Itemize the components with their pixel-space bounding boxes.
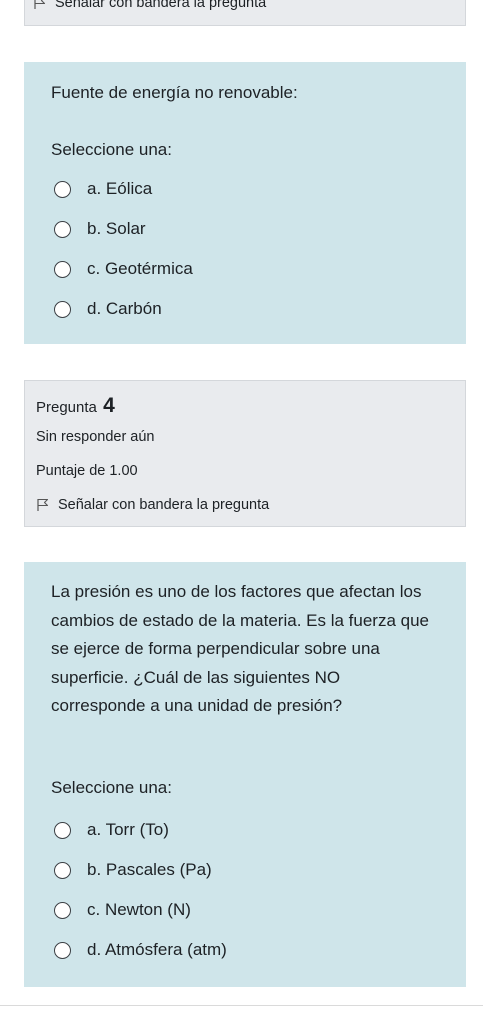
question-info: Pregunta 4 Sin responder aún Puntaje de … xyxy=(24,380,466,527)
answer-label: a. Torr (To) xyxy=(87,820,169,839)
flag-question-link-previous[interactable]: Señalar con bandera la pregunta xyxy=(33,0,266,11)
flag-icon xyxy=(34,0,46,9)
radio-button[interactable] xyxy=(54,260,71,278)
answer-option-c[interactable]: c. Newton (N) xyxy=(54,890,227,930)
question-text: La presión es uno de los factores que af… xyxy=(51,582,429,715)
radio-button[interactable] xyxy=(54,300,71,318)
answer-prompt: Seleccione una: xyxy=(51,778,172,797)
question-status: Sin responder aún xyxy=(36,429,155,445)
answer-list: a. Torr (To) b. Pascales (Pa) c. Newton … xyxy=(54,810,227,970)
answer-label: a. Eólica xyxy=(87,179,153,198)
answer-label: d. Atmósfera (atm) xyxy=(87,940,227,959)
answer-list: a. Eólica b. Solar c. Geotérmica d. Carb… xyxy=(54,169,193,329)
answer-label: c. Newton (N) xyxy=(87,900,191,919)
answer-option-c[interactable]: c. Geotérmica xyxy=(54,249,193,289)
quiz-page: Señalar con bandera la pregunta Fuente d… xyxy=(0,0,483,1010)
flag-question-label: Señalar con bandera la pregunta xyxy=(58,497,270,513)
answer-label: d. Carbón xyxy=(87,299,162,318)
question-content: Fuente de energía no renovable: Seleccio… xyxy=(24,62,466,344)
radio-button[interactable] xyxy=(54,220,71,238)
question-title: Pregunta 4 xyxy=(36,394,115,418)
flag-question-link[interactable]: Señalar con bandera la pregunta xyxy=(36,497,269,513)
answer-label: c. Geotérmica xyxy=(87,259,193,278)
radio-button[interactable] xyxy=(54,821,71,839)
question-number: 4 xyxy=(103,394,115,417)
answer-option-d[interactable]: d. Carbón xyxy=(54,289,193,329)
answer-label: b. Pascales (Pa) xyxy=(87,860,212,879)
answer-option-a[interactable]: a. Eólica xyxy=(54,169,193,209)
question-title-label: Pregunta xyxy=(36,399,97,416)
question-grade: Puntaje de 1.00 xyxy=(36,463,138,479)
flag-icon xyxy=(37,498,49,511)
flag-question-label: Señalar con bandera la pregunta xyxy=(55,0,267,11)
question-text: Fuente de energía no renovable: xyxy=(51,83,298,102)
question-content: La presión es uno de los factores que af… xyxy=(24,562,466,987)
answer-prompt: Seleccione una: xyxy=(51,140,172,159)
radio-button[interactable] xyxy=(54,180,71,198)
radio-button[interactable] xyxy=(54,901,71,919)
radio-button[interactable] xyxy=(54,861,71,879)
answer-option-b[interactable]: b. Solar xyxy=(54,209,193,249)
question-info-previous: Señalar con bandera la pregunta xyxy=(24,0,466,26)
answer-option-a[interactable]: a. Torr (To) xyxy=(54,810,227,850)
divider xyxy=(0,1005,483,1006)
answer-option-d[interactable]: d. Atmósfera (atm) xyxy=(54,930,227,970)
answer-option-b[interactable]: b. Pascales (Pa) xyxy=(54,850,227,890)
radio-button[interactable] xyxy=(54,941,71,959)
answer-label: b. Solar xyxy=(87,219,146,238)
